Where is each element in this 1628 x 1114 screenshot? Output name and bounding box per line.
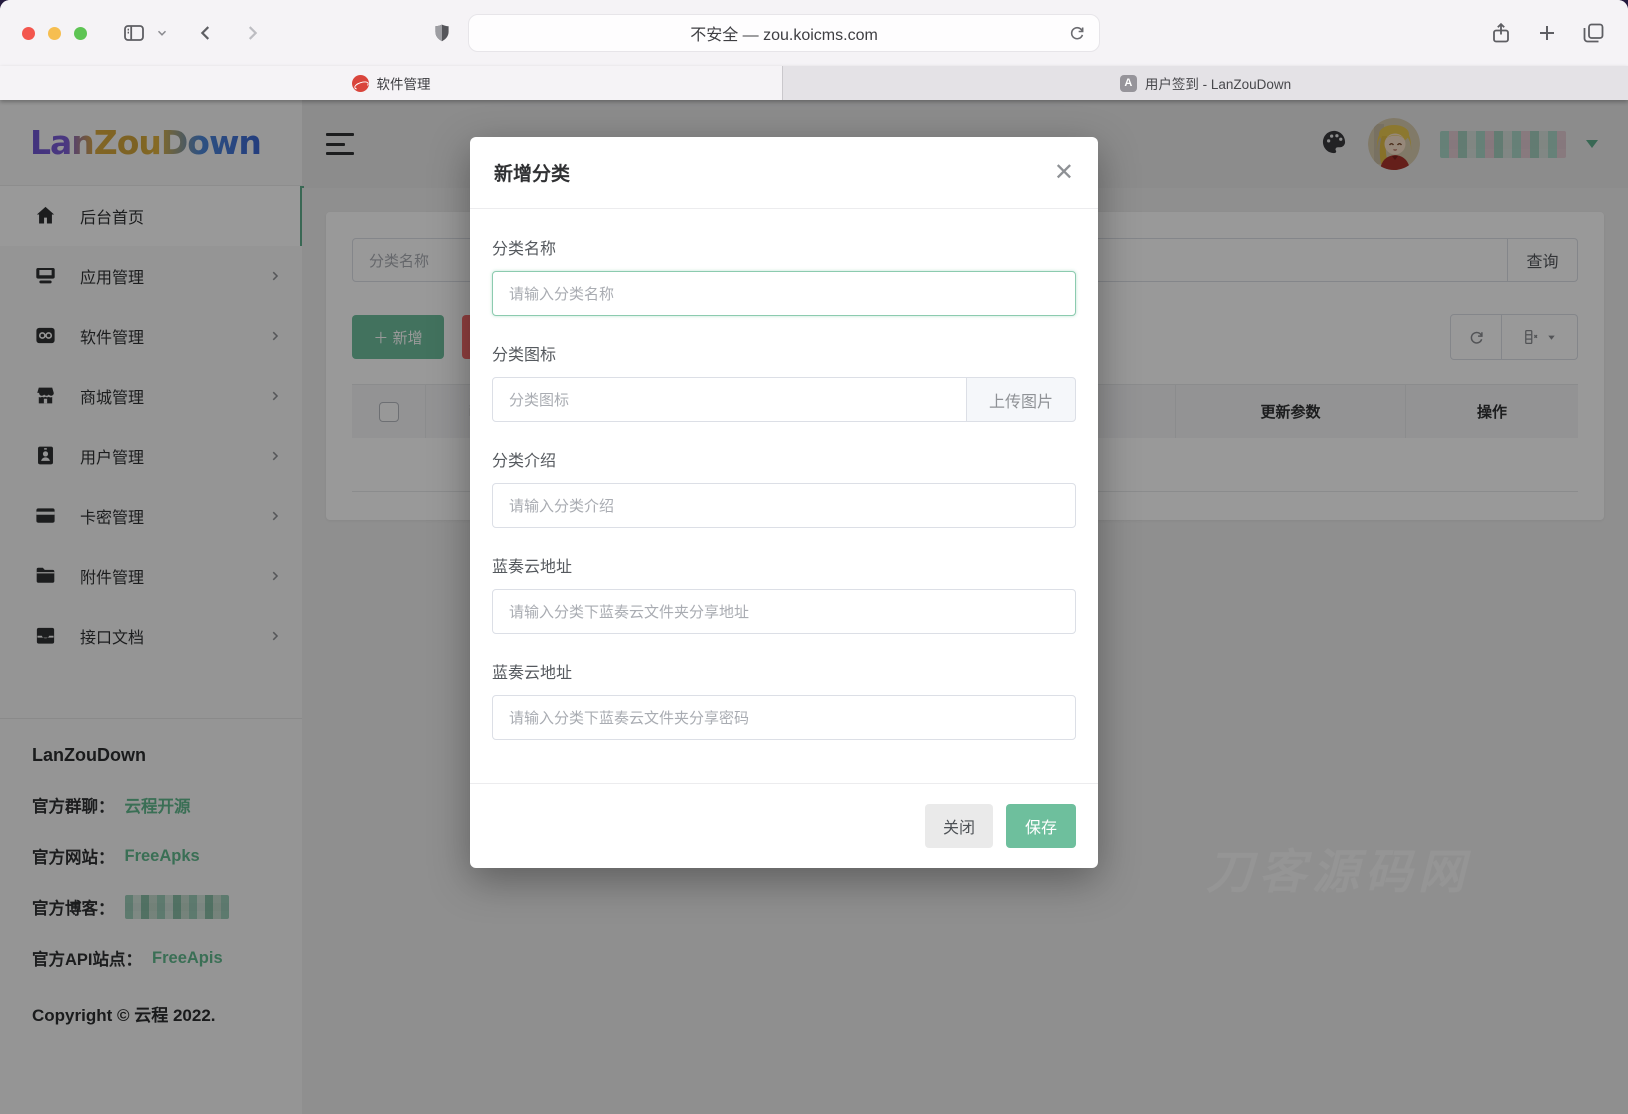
- field-placeholder: 请输入分类名称: [509, 283, 614, 304]
- tab-overview-icon[interactable]: [1581, 21, 1606, 45]
- sidebar-toggle-icon[interactable]: [121, 21, 147, 45]
- privacy-shield-icon[interactable]: [431, 21, 453, 45]
- tab-title: 用户签到 - LanZouDown: [1145, 73, 1291, 93]
- field-input-2[interactable]: 请输入分类介绍: [492, 483, 1076, 528]
- modal-field: 分类介绍请输入分类介绍: [492, 447, 1076, 528]
- modal-field: 蓝奏云地址请输入分类下蓝奏云文件夹分享地址: [492, 553, 1076, 634]
- field-input-1[interactable]: 分类图标: [492, 377, 967, 422]
- tab-bar: 软件管理 A 用户签到 - LanZouDown: [0, 66, 1628, 100]
- back-icon[interactable]: [195, 21, 217, 45]
- field-label: 蓝奏云地址: [492, 553, 1076, 577]
- field-label: 分类图标: [492, 341, 1076, 365]
- close-window-button[interactable]: [22, 27, 35, 40]
- field-input-3[interactable]: 请输入分类下蓝奏云文件夹分享地址: [492, 589, 1076, 634]
- field-input-4[interactable]: 请输入分类下蓝奏云文件夹分享密码: [492, 695, 1076, 740]
- modal-field: 分类图标分类图标上传图片: [492, 341, 1076, 422]
- modal-save-button[interactable]: 保存: [1006, 804, 1076, 848]
- new-tab-icon[interactable]: [1535, 21, 1559, 45]
- field-label: 分类介绍: [492, 447, 1076, 471]
- modal-field: 分类名称请输入分类名称: [492, 235, 1076, 316]
- modal-field: 蓝奏云地址请输入分类下蓝奏云文件夹分享密码: [492, 659, 1076, 740]
- field-label: 蓝奏云地址: [492, 659, 1076, 683]
- tab-software-management[interactable]: 软件管理: [0, 66, 782, 100]
- traffic-lights: [22, 27, 87, 40]
- tab-user-signin[interactable]: A 用户签到 - LanZouDown: [782, 66, 1628, 100]
- field-placeholder: 请输入分类下蓝奏云文件夹分享地址: [509, 601, 749, 622]
- upload-image-button[interactable]: 上传图片: [966, 377, 1076, 422]
- field-input-0[interactable]: 请输入分类名称: [492, 271, 1076, 316]
- minimize-window-button[interactable]: [48, 27, 61, 40]
- tab-title: 软件管理: [377, 73, 431, 93]
- modal-title: 新增分类: [494, 159, 570, 186]
- modal-close-icon[interactable]: ✕: [1054, 161, 1074, 185]
- share-icon[interactable]: [1489, 20, 1513, 46]
- reload-icon[interactable]: [1067, 23, 1087, 48]
- sidebar-chevron-icon[interactable]: [155, 26, 169, 40]
- field-placeholder: 请输入分类下蓝奏云文件夹分享密码: [509, 707, 749, 728]
- letter-a-favicon: A: [1120, 75, 1137, 92]
- field-placeholder: 请输入分类介绍: [509, 495, 614, 516]
- url-text: 不安全 — zou.koicms.com: [690, 21, 878, 45]
- add-category-modal: 新增分类 ✕ 分类名称请输入分类名称分类图标分类图标上传图片分类介绍请输入分类介…: [470, 137, 1098, 868]
- zoom-window-button[interactable]: [74, 27, 87, 40]
- url-bar[interactable]: 不安全 — zou.koicms.com: [468, 14, 1100, 52]
- browser-toolbar: 不安全 — zou.koicms.com: [0, 0, 1628, 66]
- field-label: 分类名称: [492, 235, 1076, 259]
- modal-close-button[interactable]: 关闭: [925, 804, 993, 848]
- field-placeholder: 分类图标: [509, 389, 569, 410]
- red-swirl-favicon: [352, 75, 369, 92]
- forward-icon[interactable]: [241, 21, 263, 45]
- browser-window: 不安全 — zou.koicms.com: [0, 0, 1628, 1114]
